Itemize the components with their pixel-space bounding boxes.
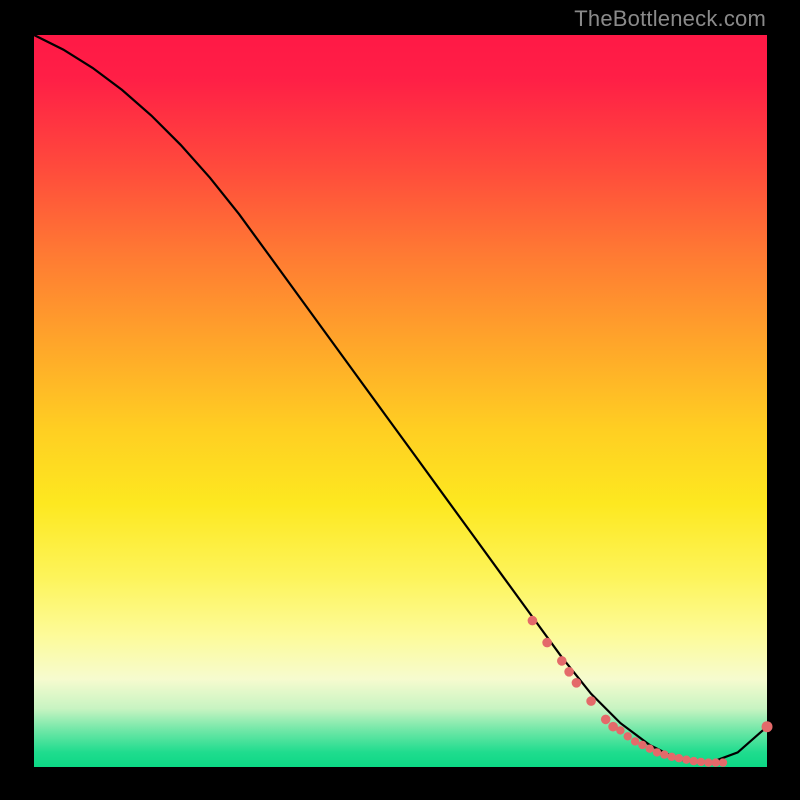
- highlight-point: [528, 616, 538, 626]
- highlight-point: [668, 753, 676, 761]
- highlight-point: [624, 732, 632, 740]
- highlight-point: [675, 754, 683, 762]
- highlight-point: [638, 741, 646, 749]
- chart-stage: TheBottleneck.com: [0, 0, 800, 800]
- highlight-point: [616, 726, 624, 734]
- highlight-point: [572, 678, 582, 688]
- highlight-point: [682, 756, 690, 764]
- curve-end-dot: [762, 721, 773, 732]
- highlight-point: [564, 667, 574, 677]
- highlight-point: [660, 750, 668, 758]
- bottleneck-curve: [34, 35, 767, 763]
- highlight-point: [586, 696, 596, 706]
- highlight-point: [631, 737, 639, 745]
- highlight-point: [704, 758, 712, 766]
- highlight-point: [697, 758, 705, 766]
- highlight-point: [712, 758, 720, 766]
- highlight-point: [542, 638, 552, 648]
- highlight-point: [719, 758, 727, 766]
- watermark-text: TheBottleneck.com: [574, 6, 766, 32]
- highlight-point: [601, 715, 611, 725]
- plot-area: [34, 35, 767, 767]
- highlight-point: [557, 656, 567, 666]
- highlight-point: [653, 748, 661, 756]
- highlight-point: [690, 757, 698, 765]
- curve-layer: [34, 35, 767, 767]
- highlight-point: [646, 745, 654, 753]
